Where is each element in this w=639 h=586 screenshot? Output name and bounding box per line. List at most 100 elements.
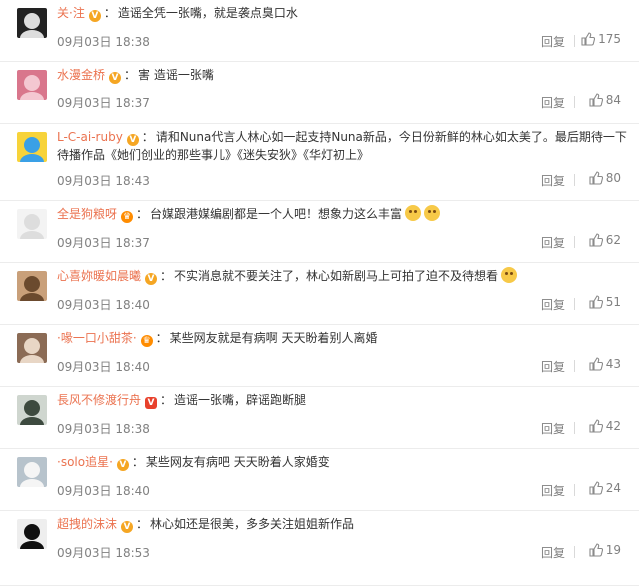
like-count: 19: [605, 543, 621, 557]
action-divider: [574, 298, 575, 310]
comment-text: 造谣一张嘴，辟谣跑断腿: [174, 393, 307, 407]
verified-badge-icon: V: [145, 397, 158, 409]
username-link[interactable]: L-C-ai-ruby: [57, 130, 123, 144]
crown-badge-icon: ♛: [121, 211, 134, 223]
action-divider: [574, 35, 575, 47]
emoji-icon: [501, 267, 518, 283]
avatar-icon-portrait[interactable]: [17, 333, 47, 363]
avatar-icon-figure[interactable]: [17, 395, 47, 425]
comment-timestamp: 09月03日 18:40: [57, 484, 150, 498]
like-count: 43: [605, 357, 621, 371]
comment-text: 造谣全凭一张嘴，就是袭点臭口水: [117, 6, 298, 20]
avatar-icon-mono[interactable]: [17, 519, 47, 549]
colon-separator: ：: [131, 455, 144, 469]
thumbs-up-icon: [589, 357, 603, 371]
comment-item: 超拽的沫沫 V：林心如还是很美，多多关注姐姐新作品 09月03日 18:53 回复 19: [0, 511, 639, 586]
emoji-icon: [405, 205, 422, 221]
like-button[interactable]: 80: [589, 171, 621, 185]
comment-timestamp: 09月03日 18:38: [57, 35, 150, 49]
comment-text: 林心如还是很美，多多关注姐姐新作品: [150, 517, 355, 531]
thumbs-up-icon: [589, 233, 603, 247]
username-link[interactable]: 長风不修渡行舟: [57, 393, 141, 407]
crown-badge-icon: ♛: [140, 335, 153, 347]
avatar-icon-dark[interactable]: [17, 8, 47, 38]
like-button[interactable]: 175: [581, 32, 621, 46]
username-link[interactable]: ·喙一口小甜茶·: [57, 331, 137, 345]
action-divider: [574, 484, 575, 496]
verified-badge-icon: V: [145, 273, 158, 285]
comment-item: L-C-ai-ruby V：请和Nuna代言人林心如一起支持Nuna新品，今日份新…: [0, 124, 639, 201]
comment-text: 某些网友就是有病啊 天天盼着别人离婚: [169, 331, 378, 345]
comment-timestamp: 09月03日 18:43: [57, 174, 150, 188]
like-count: 42: [605, 419, 621, 433]
like-button[interactable]: 42: [589, 419, 621, 433]
avatar-icon-girl[interactable]: [17, 271, 47, 301]
action-divider: [574, 174, 575, 186]
reply-button[interactable]: 回复: [541, 94, 565, 111]
comment-timestamp: 09月03日 18:37: [57, 96, 150, 110]
comment-list: 关·注 V：造谣全凭一张嘴，就是袭点臭口水 09月03日 18:38 回复 175 水漫金…: [0, 0, 639, 586]
reply-button[interactable]: 回复: [541, 420, 565, 437]
comment-item: ·喙一口小甜茶· ♛：某些网友就是有病啊 天天盼着别人离婚 09月03日 18:40…: [0, 325, 639, 387]
comment-text: 台媒跟港媒编剧都是一个人吧！想象力这么丰富: [150, 207, 403, 221]
comment-content: 心喜妳暖如晨曦 V：不实消息就不要关注了，林心如新剧马上可拍了迫不及待想看: [57, 267, 629, 285]
comment-timestamp: 09月03日 18:38: [57, 422, 150, 436]
colon-separator: ：: [136, 517, 149, 531]
like-button[interactable]: 62: [589, 233, 621, 247]
action-divider: [574, 546, 575, 558]
colon-separator: ：: [160, 269, 173, 283]
username-link[interactable]: 全是狗粮呀: [57, 207, 117, 221]
colon-separator: ：: [141, 130, 154, 144]
reply-button[interactable]: 回复: [541, 544, 565, 561]
comment-content: 全是狗粮呀 ♛：台媒跟港媒编剧都是一个人吧！想象力这么丰富: [57, 205, 629, 223]
like-count: 51: [605, 295, 621, 309]
avatar-icon-pikachu[interactable]: [17, 132, 47, 162]
like-count: 84: [605, 93, 621, 107]
comment-content: L-C-ai-ruby V：请和Nuna代言人林心如一起支持Nuna新品，今日份新…: [57, 128, 629, 164]
comment-timestamp: 09月03日 18:40: [57, 298, 150, 312]
comment-item: 全是狗粮呀 ♛：台媒跟港媒编剧都是一个人吧！想象力这么丰富 09月03日 18:37…: [0, 201, 639, 263]
username-link[interactable]: 心喜妳暖如晨曦: [57, 269, 141, 283]
reply-button[interactable]: 回复: [541, 358, 565, 375]
emoji-icon: [424, 205, 441, 221]
reply-button[interactable]: 回复: [541, 172, 565, 189]
comment-content: 超拽的沫沫 V：林心如还是很美，多多关注姐姐新作品: [57, 515, 629, 533]
thumbs-up-icon: [589, 93, 603, 107]
username-link[interactable]: ·solo追星·: [57, 455, 113, 469]
thumbs-up-icon: [581, 32, 596, 46]
comment-text: 害 造谣一张嘴: [138, 68, 214, 82]
like-count: 62: [605, 233, 621, 247]
colon-separator: ：: [155, 331, 168, 345]
comment-content: 水漫金桥 V：害 造谣一张嘴: [57, 66, 629, 84]
comment-content: 关·注 V：造谣全凭一张嘴，就是袭点臭口水: [57, 4, 629, 22]
username-link[interactable]: 关·注: [57, 6, 85, 20]
comment-content: ·solo追星· V：某些网友有病吧 天天盼着人家婚变: [57, 453, 629, 471]
avatar-icon-white[interactable]: [17, 209, 47, 239]
comment-timestamp: 09月03日 18:40: [57, 360, 150, 374]
action-divider: [574, 422, 575, 434]
like-button[interactable]: 43: [589, 357, 621, 371]
colon-separator: ：: [124, 68, 137, 82]
like-button[interactable]: 51: [589, 295, 621, 309]
like-button[interactable]: 24: [589, 481, 621, 495]
reply-button[interactable]: 回复: [541, 482, 565, 499]
username-link[interactable]: 超拽的沫沫: [57, 517, 117, 531]
comment-timestamp: 09月03日 18:53: [57, 546, 150, 560]
thumbs-up-icon: [589, 295, 603, 309]
comment-text: 不实消息就不要关注了，林心如新剧马上可拍了迫不及待想看: [174, 269, 499, 283]
comment-item: ·solo追星· V：某些网友有病吧 天天盼着人家婚变 09月03日 18:40 回复…: [0, 449, 639, 511]
comment-item: 心喜妳暖如晨曦 V：不实消息就不要关注了，林心如新剧马上可拍了迫不及待想看 09月0…: [0, 263, 639, 325]
avatar-icon-cat[interactable]: [17, 457, 47, 487]
avatar-icon-pink[interactable]: [17, 70, 47, 100]
reply-button[interactable]: 回复: [541, 33, 565, 50]
colon-separator: ：: [136, 207, 149, 221]
username-link[interactable]: 水漫金桥: [57, 68, 105, 82]
thumbs-up-icon: [589, 419, 603, 433]
action-divider: [574, 96, 575, 108]
reply-button[interactable]: 回复: [541, 296, 565, 313]
like-button[interactable]: 84: [589, 93, 621, 107]
comment-item: 長风不修渡行舟 V：造谣一张嘴，辟谣跑断腿 09月03日 18:38 回复 42: [0, 387, 639, 449]
thumbs-up-icon: [589, 543, 603, 557]
like-button[interactable]: 19: [589, 543, 621, 557]
reply-button[interactable]: 回复: [541, 234, 565, 251]
